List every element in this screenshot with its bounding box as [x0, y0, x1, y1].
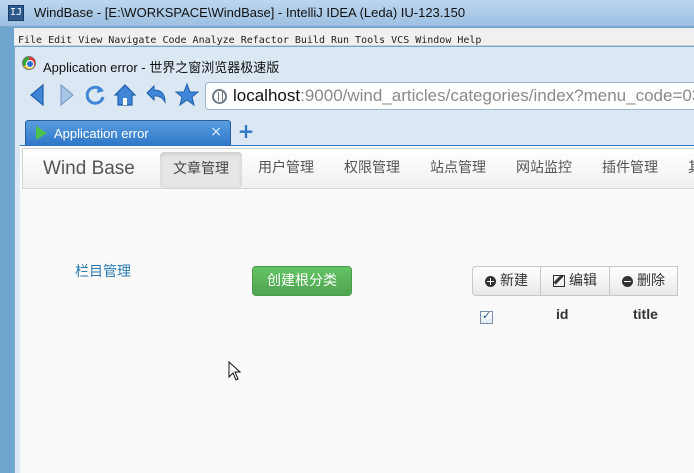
site-navbar: Wind Base 文章管理 用户管理 权限管理 站点管理 网站监控 插件管理 … — [22, 148, 694, 189]
globe-icon — [212, 89, 227, 104]
address-url: localhost:9000/wind_articles/categories/… — [233, 86, 694, 106]
nav-monitoring[interactable]: 网站监控 — [516, 149, 572, 188]
select-all-checkbox[interactable] — [480, 309, 493, 324]
plus-circle-icon — [485, 275, 496, 287]
edit-button-label: 编辑 — [569, 273, 597, 289]
sidebar-item-categories[interactable]: 栏目管理 — [75, 261, 131, 281]
tab-close-icon[interactable]: × — [210, 124, 222, 140]
site-brand[interactable]: Wind Base — [43, 158, 135, 180]
browser-toolbar: localhost:9000/wind_articles/categories/… — [15, 78, 694, 116]
back-arrow-icon[interactable] — [25, 82, 51, 108]
address-host: localhost — [233, 86, 301, 105]
browser-tab-bar: Application error × + — [15, 119, 694, 145]
action-button-group: 新建 编辑 删除 — [472, 266, 678, 296]
mouse-cursor-icon — [228, 360, 242, 381]
forward-arrow-icon[interactable] — [53, 82, 79, 108]
nav-other[interactable]: 其 — [688, 149, 694, 188]
new-button-label: 新建 — [500, 273, 528, 289]
ide-title-bar: IJ WindBase - [E:\WORKSPACE\WindBase] - … — [0, 0, 694, 27]
delete-button-label: 删除 — [637, 273, 665, 289]
ide-window-title: WindBase - [E:\WORKSPACE\WindBase] - Int… — [34, 5, 466, 20]
intellij-icon: IJ — [8, 5, 24, 21]
nav-articles[interactable]: 文章管理 — [160, 152, 242, 188]
address-path: :9000/wind_articles/categories/index?men… — [300, 86, 694, 105]
tab-label: Application error — [54, 126, 149, 141]
minus-circle-icon — [622, 275, 633, 287]
new-button[interactable]: 新建 — [472, 266, 541, 296]
browser-window: Application error - 世界之窗浏览器极速版 localhost… — [14, 47, 694, 473]
edit-icon — [553, 275, 565, 287]
browser-title-bar: Application error - 世界之窗浏览器极速版 — [15, 50, 694, 75]
address-bar[interactable]: localhost:9000/wind_articles/categories/… — [205, 82, 694, 110]
new-tab-button[interactable]: + — [237, 121, 255, 141]
refresh-icon[interactable] — [82, 82, 108, 108]
edit-button[interactable]: 编辑 — [540, 266, 610, 296]
browser-window-title: Application error - 世界之窗浏览器极速版 — [43, 60, 280, 75]
create-root-category-button[interactable]: 创建根分类 — [252, 266, 352, 296]
play-icon — [36, 126, 47, 140]
browser-logo-icon — [22, 56, 36, 70]
ide-menu-bar: File Edit View Navigate Code Analyze Refactor B… — [14, 28, 694, 46]
nav-users[interactable]: 用户管理 — [258, 149, 314, 188]
favorites-star-icon[interactable] — [174, 82, 200, 108]
table-header-title: title — [633, 306, 658, 322]
table-header-id: id — [556, 306, 569, 322]
browser-tab[interactable]: Application error × — [25, 120, 231, 145]
web-page: Wind Base 文章管理 用户管理 权限管理 站点管理 网站监控 插件管理 … — [20, 145, 694, 473]
nav-plugins[interactable]: 插件管理 — [602, 149, 658, 188]
delete-button[interactable]: 删除 — [609, 266, 678, 296]
nav-permissions[interactable]: 权限管理 — [344, 149, 400, 188]
home-icon[interactable] — [112, 82, 138, 108]
undo-close-icon[interactable] — [143, 82, 169, 108]
nav-sites[interactable]: 站点管理 — [430, 149, 486, 188]
